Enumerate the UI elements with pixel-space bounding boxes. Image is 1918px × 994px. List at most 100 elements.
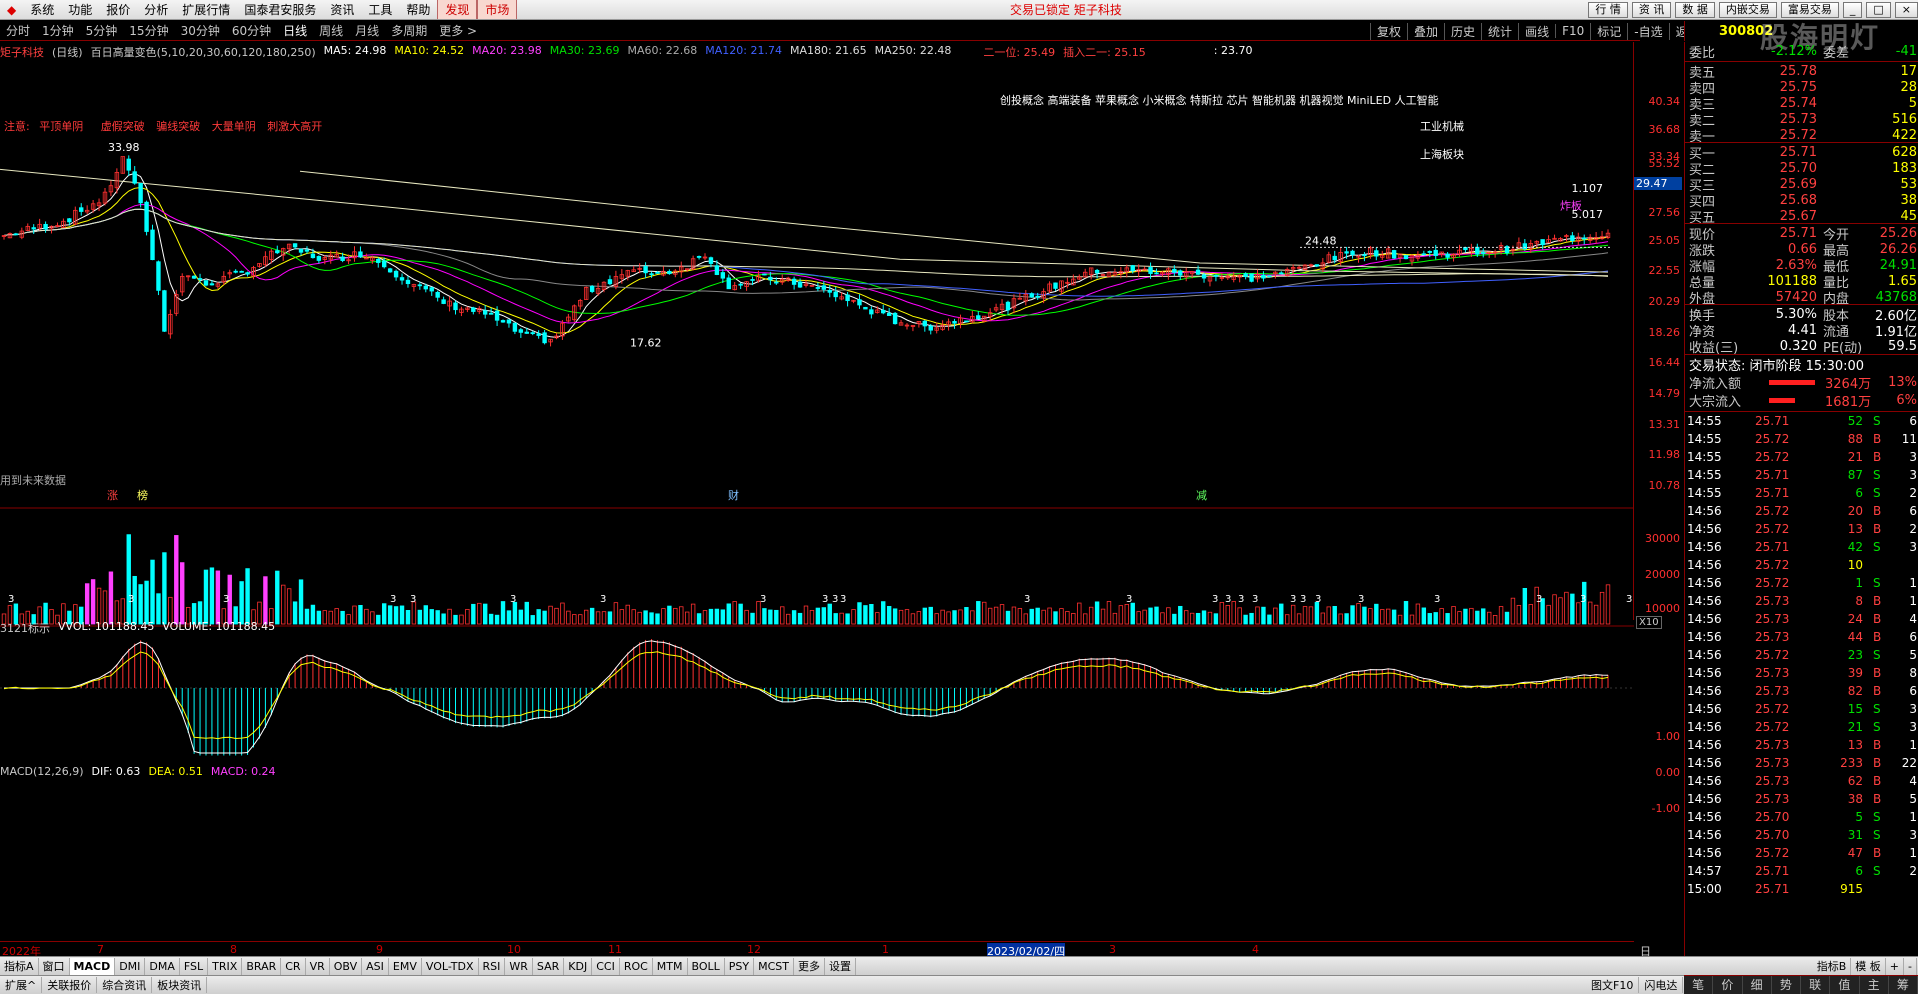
indicator-tab-16[interactable]: SAR (533, 957, 565, 975)
candle-body (1445, 253, 1450, 258)
volume-bar (815, 607, 821, 625)
indicator-tab-21[interactable]: BOLL (688, 957, 725, 975)
period-multi[interactable]: 多周期 (385, 22, 433, 39)
news-button[interactable]: 资 讯 (1631, 2, 1672, 18)
volume-bar (1498, 606, 1504, 625)
info-tab-0[interactable]: 扩展^ (0, 977, 43, 993)
quote-view-tab-3[interactable]: 势 (1772, 976, 1801, 994)
volume-bar (1368, 608, 1373, 625)
quote-view-tab-1[interactable]: 价 (1713, 976, 1743, 994)
mark-button[interactable]: 标记 (1590, 22, 1627, 40)
price-tick: 27.56 (1648, 205, 1681, 219)
period-minute-chart[interactable]: 分时 (0, 22, 36, 39)
data-button[interactable]: 数 据 (1675, 2, 1715, 18)
indicator-tab-5[interactable]: FSL (180, 957, 209, 975)
quote-button[interactable]: 行 情 (1588, 2, 1628, 18)
indicator-right-tab-0[interactable]: 指标B (1813, 957, 1852, 975)
stats-button[interactable]: 统计 (1481, 22, 1518, 40)
tick-cell: 25.72 (1755, 648, 1790, 662)
indicator-tab-23[interactable]: MCST (754, 957, 794, 975)
menu-item-ext-market[interactable]: 扩展行情 (175, 0, 237, 19)
period-15min[interactable]: 15分钟 (123, 22, 174, 39)
volume-bar (987, 607, 993, 625)
candle-body (1213, 274, 1219, 277)
menu-item-help[interactable]: 帮助 (399, 0, 437, 19)
indicator-tab-17[interactable]: KDJ (564, 957, 593, 975)
period-1min[interactable]: 1分钟 (36, 22, 80, 39)
menu-item-function[interactable]: 功能 (61, 0, 99, 19)
indicator-tab-18[interactable]: CCI (592, 957, 620, 975)
menu-item-info[interactable]: 资讯 (323, 0, 361, 19)
quote-view-tab-2[interactable]: 细 (1743, 976, 1772, 994)
indicator-tab-11[interactable]: ASI (362, 957, 389, 975)
indicator-tab-24[interactable]: 更多 (794, 957, 825, 975)
info-tab-3[interactable]: 板块资讯 (152, 977, 208, 993)
indicator-tab-3[interactable]: DMI (115, 957, 146, 975)
menu-item-broker-service[interactable]: 国泰君安服务 (237, 0, 323, 19)
menu-item-quote[interactable]: 报价 (99, 0, 137, 19)
menu-item-market[interactable]: 市场 (477, 0, 518, 19)
indicator-right-tab-2[interactable]: + (1886, 957, 1905, 975)
candle-body (774, 281, 779, 284)
indicator-tab-22[interactable]: PSY (725, 957, 755, 975)
quote-view-tab-4[interactable]: 联 (1801, 976, 1831, 994)
candle-body (1362, 254, 1367, 257)
period-5min[interactable]: 5分钟 (80, 22, 124, 39)
period-30min[interactable]: 30分钟 (175, 22, 226, 39)
period-more[interactable]: 更多 > (433, 22, 483, 39)
menu-item-tools[interactable]: 工具 (361, 0, 399, 19)
indicator-tab-15[interactable]: WR (505, 957, 533, 975)
overlay-button[interactable]: 叠加 (1407, 22, 1444, 40)
quote-view-tab-5[interactable]: 值 (1830, 976, 1860, 994)
period-60min[interactable]: 60分钟 (226, 22, 277, 39)
indicator-tab-12[interactable]: EMV (389, 957, 422, 975)
indicator-tab-4[interactable]: DMA (145, 957, 180, 975)
history-button[interactable]: 历史 (1444, 22, 1481, 40)
menu-item-discover[interactable]: 发现 (437, 0, 478, 19)
quote-view-tab-6[interactable]: 主 (1860, 976, 1889, 994)
indicator-tab-7[interactable]: BRAR (242, 957, 282, 975)
indicator-tab-19[interactable]: ROC (620, 957, 653, 975)
indicator-tab-0[interactable]: 指标A (0, 957, 39, 975)
volume-bar (1492, 614, 1498, 625)
quote-view-tab-0[interactable]: 笔 (1684, 976, 1714, 994)
tick-cell: 14:56 (1687, 522, 1722, 536)
indicator-tab-25[interactable]: 设置 (825, 957, 856, 975)
info-tab-2[interactable]: 综合资讯 (97, 977, 153, 993)
indicator-tab-6[interactable]: TRIX (208, 957, 243, 975)
tick-cell: 8 (1909, 666, 1917, 680)
indicator-tab-20[interactable]: MTM (653, 957, 688, 975)
adjust-button[interactable]: 复权 (1370, 22, 1407, 40)
remove-watchlist-button[interactable]: -自选 (1627, 22, 1668, 40)
indicator-tab-10[interactable]: OBV (330, 957, 363, 975)
indicator-right-tab-1[interactable]: 模 板 (1851, 957, 1886, 975)
time-tick: 10 (507, 943, 521, 956)
quote-view-tab-7[interactable]: 筹 (1889, 976, 1918, 994)
period-day[interactable]: 日线 (277, 22, 313, 39)
volume-bar (1433, 612, 1438, 625)
close-button[interactable]: × (1894, 2, 1918, 18)
indicator-tab-14[interactable]: RSI (479, 957, 506, 975)
indicator-tab-13[interactable]: VOL-TDX (422, 957, 479, 975)
menu-item-system[interactable]: 系统 (23, 0, 61, 19)
indicator-tab-1[interactable]: 窗口 (39, 957, 70, 975)
period-month[interactable]: 月线 (349, 22, 385, 39)
volume-bar (1403, 601, 1409, 625)
volume-bar (1338, 613, 1343, 625)
info-tab-1[interactable]: 关联报价 (42, 977, 98, 993)
indicator-tab-8[interactable]: CR (281, 957, 306, 975)
indicator-tab-2[interactable]: MACD (69, 957, 116, 975)
volume-bar (174, 535, 179, 625)
volume-bar (875, 612, 880, 625)
menu-item-analysis[interactable]: 分析 (137, 0, 175, 19)
period-week[interactable]: 周线 (313, 22, 349, 39)
indicator-right-tab-3[interactable]: - (1904, 957, 1917, 975)
f10-button[interactable]: F10 (1555, 24, 1590, 38)
quote-value: 183 (1892, 161, 1917, 176)
indicator-tab-9[interactable]: VR (306, 957, 330, 975)
info-right-tab-0[interactable]: 图文F10 (1586, 977, 1640, 993)
draw-button[interactable]: 画线 (1518, 22, 1555, 40)
volume-bar (1172, 613, 1177, 625)
info-right-tab-1[interactable]: 闪电达 (1639, 977, 1684, 993)
candle-body (976, 315, 981, 320)
